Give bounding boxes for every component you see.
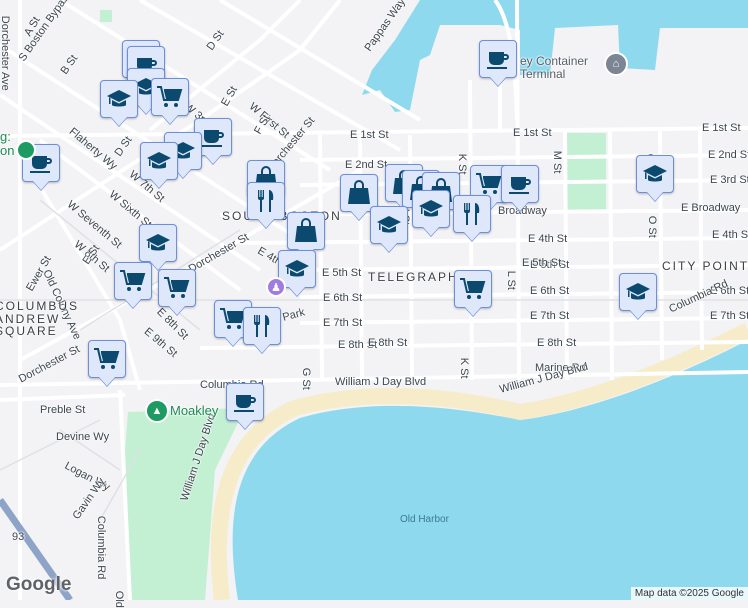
street-label-e-2nd-st: E 2nd St [708, 149, 748, 161]
shopping-cart-icon [460, 278, 486, 299]
street-label-old-colony: Old [112, 590, 125, 608]
street-label-telegraph: TELEGRAPH [368, 270, 459, 284]
street-label-e-1st-st-e: E 1st St [702, 122, 741, 134]
coffee-icon [234, 395, 256, 412]
shopping-bag-marker[interactable] [287, 212, 325, 250]
street-label-old-harbor: Old Harbor [400, 514, 449, 525]
shopping-cart-icon [476, 173, 502, 194]
shopping-cart-marker[interactable] [158, 269, 196, 307]
street-label-e-5th-st-w: E 5th St [322, 267, 362, 279]
shopping-bag-icon [348, 180, 370, 204]
street-label-m-st: M St [550, 150, 563, 174]
coffee-marker[interactable] [479, 40, 517, 78]
street-label-g-label: g: on [0, 129, 15, 158]
shopping-cart-icon [94, 348, 120, 369]
street-label-e-8th-st-e: E 8th St [368, 337, 408, 349]
street-label-e-7th-st-e: E 7th St [530, 310, 570, 322]
shopping-cart-icon [164, 277, 190, 298]
street-label-devine-wy: Devine Wy [56, 431, 110, 443]
shopping-bag-icon [295, 218, 317, 242]
graduation-cap-icon [146, 234, 170, 251]
graduation-cap-icon [107, 90, 131, 107]
graduation-cap-marker[interactable] [100, 80, 138, 118]
street-label-e-5th-st-e: E 5th St [522, 257, 562, 269]
street-label-e-6th-st-w: E 6th St [323, 292, 363, 304]
graduation-cap-marker[interactable] [370, 206, 408, 244]
graduation-cap-marker[interactable] [139, 224, 177, 262]
street-label-o-st: O St [645, 215, 658, 238]
street-label-e-8th-st-c: E 8th St [537, 337, 577, 349]
park-pin-icon-2[interactable] [16, 140, 36, 160]
map-attribution[interactable]: Map data ©2025 Google [630, 587, 748, 600]
street-label-columbia-rd: Columbia Rd [94, 515, 107, 580]
coffee-icon [509, 177, 531, 194]
street-label-container-terminal: ey Container Terminal [520, 54, 589, 81]
museum-pin-icon[interactable]: ⌂ [604, 52, 628, 76]
street-label-g-st: G St [299, 367, 312, 390]
graduation-cap-marker[interactable] [619, 273, 657, 311]
graduation-cap-icon [626, 283, 650, 300]
street-label-i93: 93 [12, 531, 25, 543]
coffee-icon [202, 130, 224, 147]
graduation-cap-icon [377, 216, 401, 233]
fork-knife-marker[interactable] [243, 307, 281, 345]
shopping-cart-marker[interactable] [114, 262, 152, 300]
street-label-e-broadway: E Broadway [681, 202, 741, 214]
graduation-cap-marker[interactable] [412, 190, 450, 228]
street-label-e-7th-st-w: E 7th St [323, 317, 363, 329]
graduation-cap-icon [419, 200, 443, 217]
fork-knife-icon [464, 203, 480, 225]
graduation-cap-icon [643, 165, 667, 182]
fork-knife-marker[interactable] [453, 195, 491, 233]
street-label-dorchester-ave-n: Dorchester Ave [0, 15, 11, 91]
shopping-cart-marker[interactable] [454, 270, 492, 308]
street-label-l-st: L St [504, 270, 517, 290]
street-label-e-7th-st: E 7th St [710, 310, 748, 322]
street-label-e-2nd-st-w: E 2nd St [345, 159, 388, 171]
graduation-cap-marker[interactable] [140, 142, 178, 180]
fork-knife-icon [254, 315, 270, 337]
coffee-marker[interactable] [501, 165, 539, 203]
street-label-city-point: CITY POINT [662, 259, 748, 273]
shopping-cart-marker[interactable] [151, 78, 189, 116]
fork-knife-marker[interactable] [247, 182, 285, 220]
street-label-k-st-s: K St [457, 357, 470, 379]
street-label-e-4th-st: E 4th St [528, 233, 568, 245]
street-label-e-4th-st-e: E 4th St [712, 229, 748, 241]
coffee-marker[interactable] [226, 383, 264, 421]
fork-knife-icon [258, 190, 274, 212]
street-label-preble-st: Preble St [40, 404, 86, 416]
shopping-cart-marker[interactable] [88, 340, 126, 378]
street-label-e-1st-st: E 1st St [513, 127, 552, 139]
google-logo: Google [6, 574, 72, 595]
street-label-e-3rd-st: E 3rd St [710, 174, 748, 186]
graduation-cap-marker[interactable] [636, 155, 674, 193]
street-label-moakley: Moakley [170, 403, 219, 418]
street-label-e-1st-st: E 1st St [350, 129, 389, 141]
graduation-cap-icon [285, 260, 309, 277]
graduation-cap-icon [147, 152, 171, 169]
park-pin-icon[interactable]: ▲ [145, 399, 169, 423]
street-label-columbus-square: COLUMBUS ANDREW SQUARE [0, 299, 80, 339]
street-label-william-j-day-blvd: William J Day Blvd [335, 376, 427, 388]
worship-pin-icon[interactable]: ♟ [266, 277, 286, 297]
coffee-icon [487, 52, 509, 69]
street-label-e-6th-st: E 6th St [530, 285, 570, 297]
shopping-cart-icon [120, 270, 146, 291]
shopping-cart-icon [157, 86, 183, 107]
